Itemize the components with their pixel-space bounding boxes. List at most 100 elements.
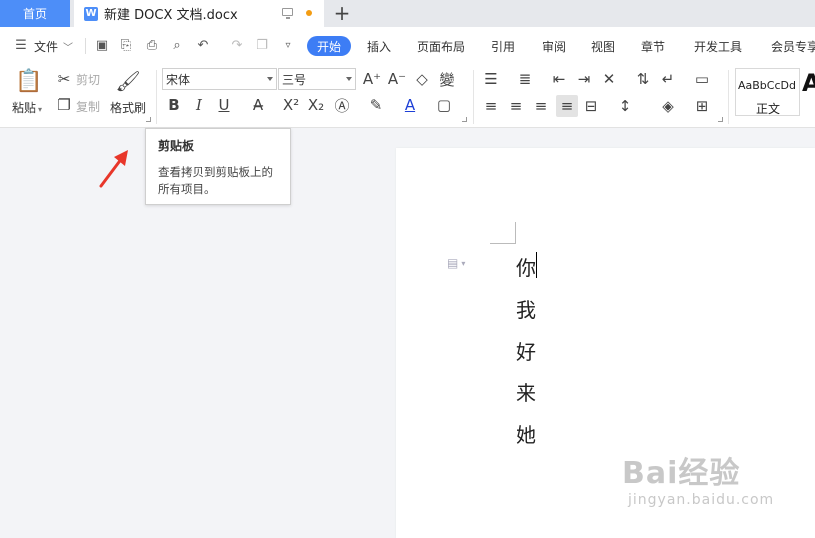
style-normal[interactable]: AaBbCcDd 正文 (735, 68, 800, 116)
divider (85, 38, 86, 54)
clear-format-icon[interactable]: ◇ (414, 70, 430, 88)
menu-view[interactable]: 视图 (591, 36, 615, 56)
doc-line[interactable]: 好 (516, 336, 536, 365)
strikethrough-icon[interactable]: A̶ (250, 96, 266, 114)
more-dropdown-icon[interactable]: ▿ (281, 38, 295, 52)
doc-line[interactable]: 我 (516, 294, 536, 323)
menu-review[interactable]: 审阅 (542, 36, 566, 56)
paste-label: 粘贴 (12, 101, 37, 115)
text-cursor (536, 252, 537, 278)
menu-developer[interactable]: 开发工具 (694, 36, 742, 56)
chevron-down-icon: ﹀ (63, 42, 74, 54)
divider (156, 70, 157, 124)
chevron-down-icon (267, 77, 273, 81)
decrease-indent-icon[interactable]: ⇤ (551, 70, 567, 88)
decrease-font-icon[interactable]: A⁻ (388, 70, 406, 88)
underline-button[interactable]: U (216, 96, 232, 114)
style-preview-text: AaBbCcDd (738, 79, 796, 92)
tab-bar: 首页 W 新建 DOCX 文档.docx + (0, 0, 815, 27)
scissors-icon: ✂ (57, 70, 71, 88)
font-color-button[interactable]: A (402, 96, 418, 114)
doc-line[interactable]: 来 (516, 377, 536, 406)
paragraph-mark-icon[interactable]: ↵ (660, 70, 676, 88)
new-tab-plus-icon[interactable]: + (332, 1, 352, 25)
menu-file[interactable]: 文件 ﹀ (34, 36, 73, 56)
borders-icon[interactable]: ⊞ (694, 97, 710, 115)
format-painter-icon: 🖌 (115, 69, 141, 93)
align-right-icon[interactable]: ≡ (533, 97, 549, 115)
tab-document-title: 新建 DOCX 文档.docx (104, 8, 238, 23)
increase-font-icon[interactable]: A⁺ (363, 70, 381, 88)
menu-insert[interactable]: 插入 (367, 36, 391, 56)
bold-button[interactable]: B (166, 96, 182, 114)
tab-home[interactable]: 首页 (0, 0, 70, 27)
tooltip-title: 剪贴板 (158, 139, 195, 153)
clipboard-launcher-icon[interactable] (146, 117, 151, 122)
watermark-logo-text: Bai经验 (622, 456, 741, 491)
menu-page-layout[interactable]: 页面布局 (417, 36, 465, 56)
chinese-layout-icon[interactable]: ✕ (601, 70, 617, 88)
menu-start[interactable]: 开始 (307, 36, 352, 56)
style-heading-preview[interactable]: A (802, 69, 815, 97)
format-painter-button[interactable]: 格式刷 (110, 99, 146, 116)
superscript-icon[interactable]: X² (283, 96, 299, 114)
copy-small-icon[interactable]: ❐ (255, 38, 269, 53)
paragraph-launcher-icon[interactable] (718, 117, 723, 122)
doc-line[interactable]: 你 (516, 252, 536, 281)
paragraph-handle-icon[interactable]: ▤ ▾ (447, 256, 473, 270)
monitor-icon[interactable] (282, 8, 293, 19)
print-preview-icon[interactable]: ⌕ (170, 38, 184, 53)
baidu-watermark: Bai经验 jingyan.baidu.com (622, 448, 774, 508)
menu-member[interactable]: 会员专享 (771, 36, 815, 56)
chevron-down-icon: ▾ (38, 105, 43, 114)
increase-indent-icon[interactable]: ⇥ (576, 70, 592, 88)
line-spacing-icon[interactable]: ↕ (617, 97, 633, 115)
divider (728, 70, 729, 124)
highlight-icon[interactable]: ✎ (368, 96, 384, 114)
copy-icon: ❐ (57, 96, 71, 114)
divider (473, 70, 474, 124)
numbered-list-icon[interactable]: ≣ (517, 70, 533, 88)
distributed-align-icon[interactable]: ⊟ (583, 97, 599, 115)
clipboard-paste-icon[interactable]: 📋 (15, 69, 42, 94)
align-left-icon[interactable]: ≡ (483, 97, 499, 115)
tab-document[interactable]: W 新建 DOCX 文档.docx (74, 0, 324, 27)
font-name-select[interactable]: 宋体 (162, 68, 277, 90)
cut-button[interactable]: 剪切 (76, 71, 100, 88)
menu-section[interactable]: 章节 (641, 36, 665, 56)
text-effect-icon[interactable]: Ⓐ (334, 97, 350, 115)
hamburger-menu-icon[interactable]: ☰ (14, 38, 28, 53)
copy-button[interactable]: 复制 (76, 98, 100, 115)
tooltip-body: 查看拷贝到剪贴板上的所有项目。 (158, 165, 273, 196)
font-launcher-icon[interactable] (462, 117, 467, 122)
bullet-list-icon[interactable]: ☰ (483, 70, 499, 88)
undo-icon[interactable]: ↶ (196, 38, 210, 53)
unsaved-dot-icon (306, 10, 312, 16)
print-icon[interactable]: ⎙ (145, 38, 159, 53)
redo-icon[interactable]: ↷ (230, 38, 244, 53)
menu-bar: ☰ 文件 ﹀ ▣ ⎘ ⎙ ⌕ ↶ ↷ ❐ ▿ 开始 插入 页面布局 引用 审阅 视… (0, 27, 815, 65)
ribbon-home: 📋 粘贴 ▾ ✂ 剪切 ❐ 复制 🖌 格式刷 宋体 三号 A⁺ A⁻ ◇ 變 B … (0, 65, 815, 128)
tab-home-label: 首页 (22, 7, 47, 21)
word-doc-icon: W (84, 6, 98, 21)
watermark-url: jingyan.baidu.com (628, 492, 775, 508)
italic-button[interactable]: I (191, 96, 207, 114)
style-normal-label: 正文 (756, 102, 781, 116)
paste-button[interactable]: 粘贴 ▾ (12, 99, 42, 116)
align-center-icon[interactable]: ≡ (508, 97, 524, 115)
ruler-icon[interactable]: ▭ (694, 70, 710, 88)
shading-icon[interactable]: ◈ (660, 97, 676, 115)
red-arrow-icon (99, 150, 128, 188)
char-border-icon[interactable]: ▢ (436, 96, 452, 114)
text-direction-icon[interactable]: ⇅ (635, 70, 651, 88)
font-size-select[interactable]: 三号 (278, 68, 356, 90)
phonetic-icon[interactable]: 變 (439, 71, 455, 89)
doc-line[interactable]: 她 (516, 419, 536, 448)
save-icon[interactable]: ▣ (95, 38, 109, 53)
subscript-icon[interactable]: X₂ (308, 96, 324, 114)
menu-references[interactable]: 引用 (491, 36, 515, 56)
export-icon[interactable]: ⎘ (119, 38, 133, 53)
justify-icon[interactable]: ≡ (556, 95, 578, 117)
chevron-down-icon (346, 77, 352, 81)
menu-file-label: 文件 (34, 39, 59, 54)
